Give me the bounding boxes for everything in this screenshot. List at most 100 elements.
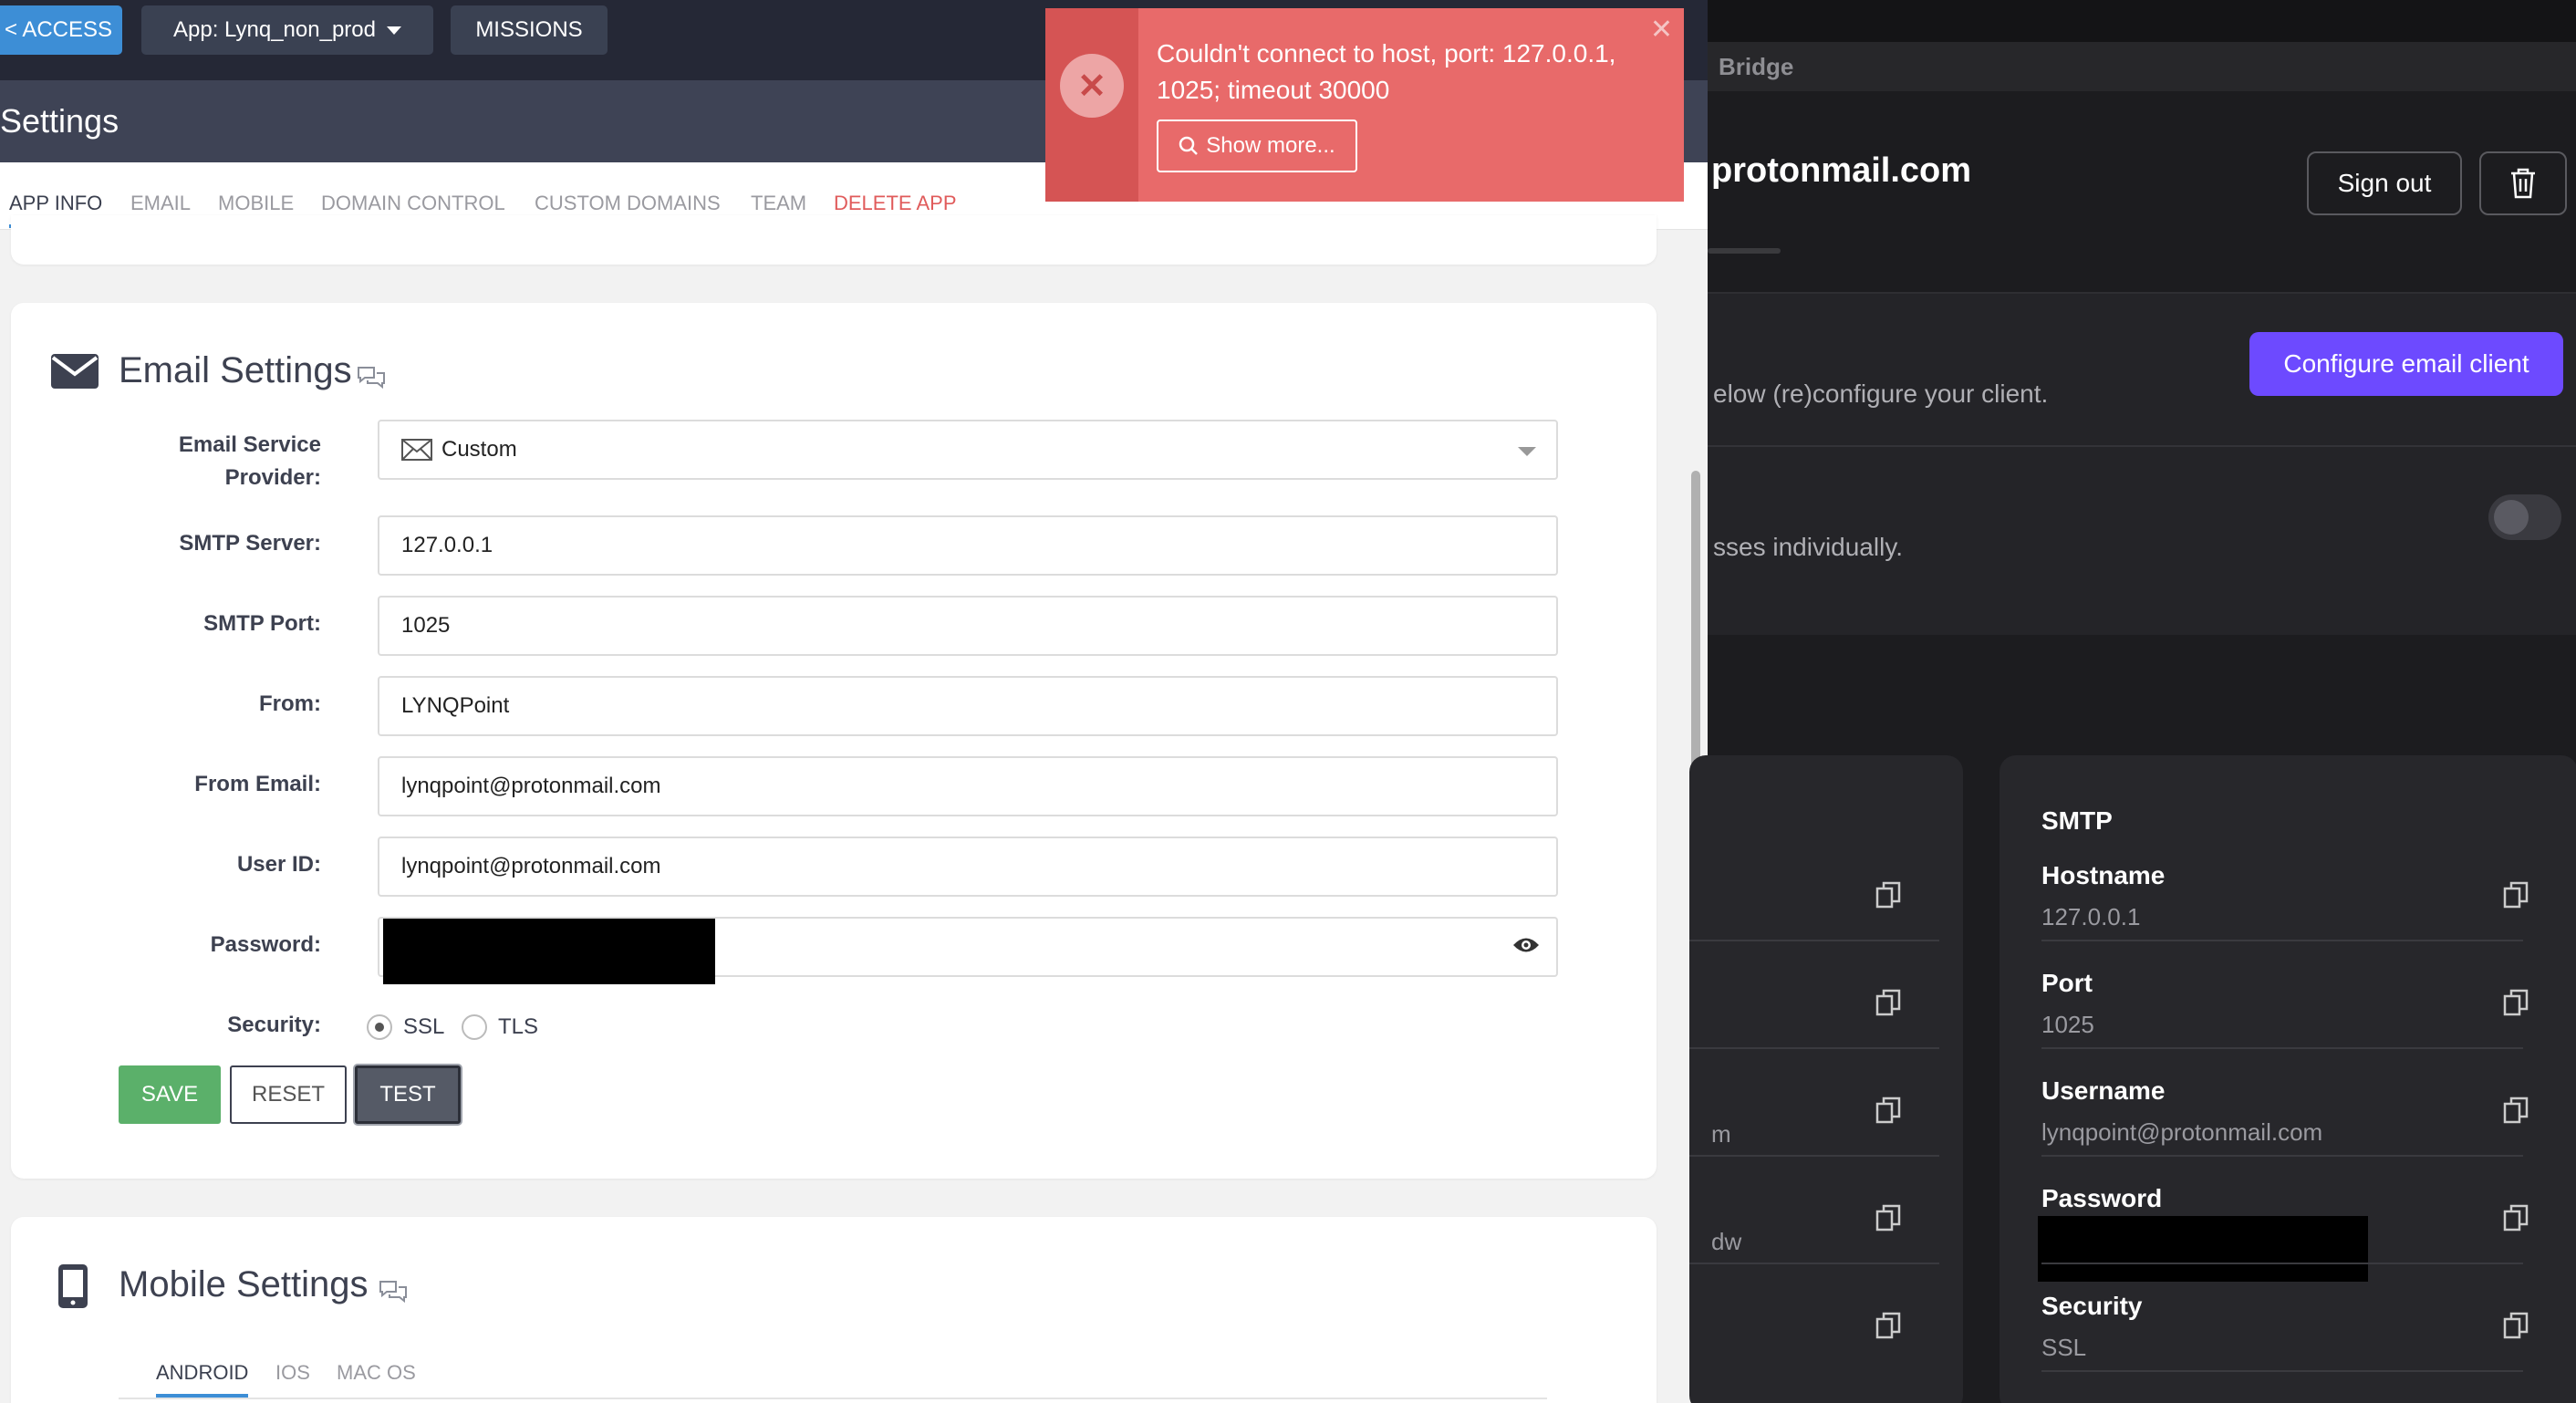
mobile-tabs-divider xyxy=(119,1398,1547,1399)
username-value: lynqpoint@protonmail.com xyxy=(2041,1118,2323,1146)
hostname-value: 127.0.0.1 xyxy=(2041,903,2141,930)
envelope-outline-icon xyxy=(401,439,432,461)
copy-icon[interactable] xyxy=(2503,1204,2529,1232)
titlebar-strip xyxy=(1708,0,2576,42)
from-email-input[interactable]: lynqpoint@protonmail.com xyxy=(378,756,1558,816)
back-to-access-label: < ACCESS xyxy=(4,17,113,42)
tab-app-info[interactable]: APP INFO xyxy=(9,192,103,228)
field-divider xyxy=(2041,1155,2523,1157)
comments-icon[interactable] xyxy=(378,1279,409,1304)
tab-email[interactable]: EMAIL xyxy=(130,192,191,215)
copy-icon[interactable] xyxy=(1875,881,1901,909)
copy-icon[interactable] xyxy=(1875,1096,1901,1124)
password-label: Password xyxy=(2041,1184,2163,1212)
app-window: < ACCESS App: Lynq_non_prod MISSIONS Set… xyxy=(0,0,1708,1403)
username-label: Username xyxy=(2041,1076,2166,1105)
tls-label: TLS xyxy=(498,1014,539,1039)
port-label: Port xyxy=(2041,969,2093,997)
mobile-settings-card: Mobile Settings xyxy=(11,1217,1657,1403)
smtp-server-value: 127.0.0.1 xyxy=(401,533,493,557)
page-scrollbar[interactable] xyxy=(1691,471,1700,790)
tab-team[interactable]: TEAM xyxy=(751,192,806,215)
smtp-server-label: SMTP Server: xyxy=(179,531,321,556)
copy-icon[interactable] xyxy=(1875,1204,1901,1232)
missions-label: MISSIONS xyxy=(475,17,583,42)
copy-icon[interactable] xyxy=(2503,989,2529,1016)
sign-out-button[interactable]: Sign out xyxy=(2307,151,2462,215)
tab-android[interactable]: ANDROID xyxy=(156,1361,249,1398)
close-icon[interactable]: ✕ xyxy=(1650,14,1673,46)
from-email-label: From Email: xyxy=(194,772,321,796)
field-divider xyxy=(1689,1155,1939,1157)
security-tls-radio[interactable]: TLS xyxy=(462,1014,538,1040)
hostname-label: Hostname xyxy=(2041,861,2166,889)
smtp-server-input[interactable]: 127.0.0.1 xyxy=(378,515,1558,576)
configure-email-client-button[interactable]: Configure email client xyxy=(2249,332,2563,396)
security-value: SSL xyxy=(2041,1334,2087,1361)
error-icon: ✕ xyxy=(1060,54,1124,118)
user-id-value: lynqpoint@protonmail.com xyxy=(401,854,661,878)
field-divider xyxy=(2041,1047,2523,1049)
app-selector-dropdown[interactable]: App: Lynq_non_prod xyxy=(141,5,433,55)
copy-icon[interactable] xyxy=(1875,989,1901,1016)
show-more-label: Show more... xyxy=(1206,133,1335,158)
tab-ios[interactable]: IOS xyxy=(275,1361,310,1385)
comments-icon[interactable] xyxy=(356,365,387,390)
smtp-port-value: 1025 xyxy=(401,613,451,638)
email-settings-card: Email Settings Email Service Provider: C… xyxy=(11,303,1657,1179)
trash-icon xyxy=(2511,168,2535,199)
toast-message: Couldn't connect to host, port: 127.0.0.… xyxy=(1157,39,1616,104)
ssl-label: SSL xyxy=(403,1014,445,1039)
email-settings-title: Email Settings xyxy=(119,350,352,390)
configure-description: elow (re)configure your client. xyxy=(1713,379,2049,408)
smtp-title: SMTP xyxy=(2041,806,2113,835)
field-divider xyxy=(1689,940,1939,941)
radio-empty-icon xyxy=(462,1014,487,1040)
copy-icon[interactable] xyxy=(2503,1096,2529,1124)
security-label: Security xyxy=(2041,1292,2143,1320)
storage-bar xyxy=(1708,248,1781,254)
from-value: LYNQPoint xyxy=(401,693,510,718)
smtp-port-input[interactable]: 1025 xyxy=(378,596,1558,656)
provider-label: Email Service Provider: xyxy=(178,432,321,490)
smtp-port-label: SMTP Port: xyxy=(203,611,321,636)
delete-account-button[interactable] xyxy=(2479,151,2567,215)
user-id-input[interactable]: lynqpoint@protonmail.com xyxy=(378,837,1558,897)
copy-icon[interactable] xyxy=(1875,1312,1901,1339)
username-fragment: m xyxy=(1711,1120,1731,1148)
chevron-down-icon xyxy=(1518,447,1536,456)
copy-icon[interactable] xyxy=(2503,1312,2529,1339)
missions-button[interactable]: MISSIONS xyxy=(451,5,608,55)
password-input[interactable] xyxy=(378,917,1558,984)
mobile-settings-title: Mobile Settings xyxy=(119,1264,369,1304)
tab-domain-control[interactable]: DOMAIN CONTROL xyxy=(321,192,505,215)
tab-custom-domains[interactable]: CUSTOM DOMAINS xyxy=(535,192,721,215)
save-button[interactable]: SAVE xyxy=(119,1065,221,1124)
provider-select[interactable]: Custom xyxy=(378,420,1558,480)
caret-down-icon xyxy=(386,26,401,35)
from-input[interactable]: LYNQPoint xyxy=(378,676,1558,736)
split-addresses-toggle[interactable] xyxy=(2488,494,2561,540)
eye-icon[interactable] xyxy=(1512,935,1540,955)
back-to-access-button[interactable]: < ACCESS xyxy=(0,5,122,55)
tab-delete-app[interactable]: DELETE APP xyxy=(834,192,957,215)
sign-out-label: Sign out xyxy=(2337,169,2432,197)
split-addresses-description: sses individually. xyxy=(1713,533,1904,561)
test-button[interactable]: TEST xyxy=(355,1065,461,1124)
proton-bridge-window: Bridge protonmail.com Sign out Configure… xyxy=(1689,0,2576,1403)
tab-mobile[interactable]: MOBILE xyxy=(218,192,294,215)
search-icon xyxy=(1179,136,1199,155)
imap-settings-card: m dw xyxy=(1689,755,1963,1403)
provider-value: Custom xyxy=(441,437,517,462)
radio-selected-icon xyxy=(367,1014,392,1040)
toast-icon-panel: ✕ xyxy=(1045,8,1138,202)
show-more-button[interactable]: Show more... xyxy=(1157,120,1357,172)
user-id-label: User ID: xyxy=(236,852,321,877)
security-ssl-radio[interactable]: SSL xyxy=(367,1014,444,1040)
copy-icon[interactable] xyxy=(2503,881,2529,909)
reset-button[interactable]: RESET xyxy=(230,1065,347,1124)
field-divider xyxy=(2041,1263,2523,1264)
smtp-settings-card: SMTP Hostname 127.0.0.1 Port 1025 Userna… xyxy=(2000,755,2576,1403)
tab-macos[interactable]: MAC OS xyxy=(337,1361,416,1385)
security-label: Security: xyxy=(227,1013,321,1037)
